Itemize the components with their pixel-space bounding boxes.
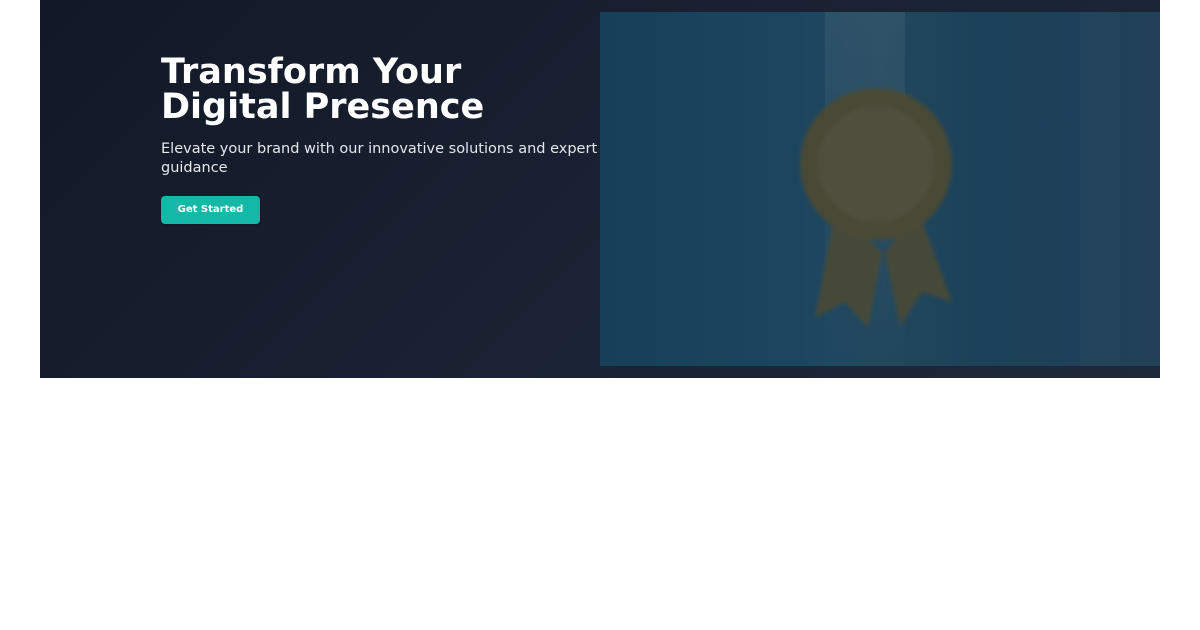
hero-subtitle: Elevate your brand with our innovative s… [161,141,598,176]
hero-section: Transform Your Digital Presence Elevate … [40,0,1160,378]
award-ribbon-icon [600,12,1160,366]
hero-image [600,12,1160,366]
hero-text-block: Transform Your Digital Presence Elevate … [161,55,601,224]
hero-title: Transform Your Digital Presence [161,52,485,127]
get-started-button[interactable]: Get Started [161,196,260,224]
